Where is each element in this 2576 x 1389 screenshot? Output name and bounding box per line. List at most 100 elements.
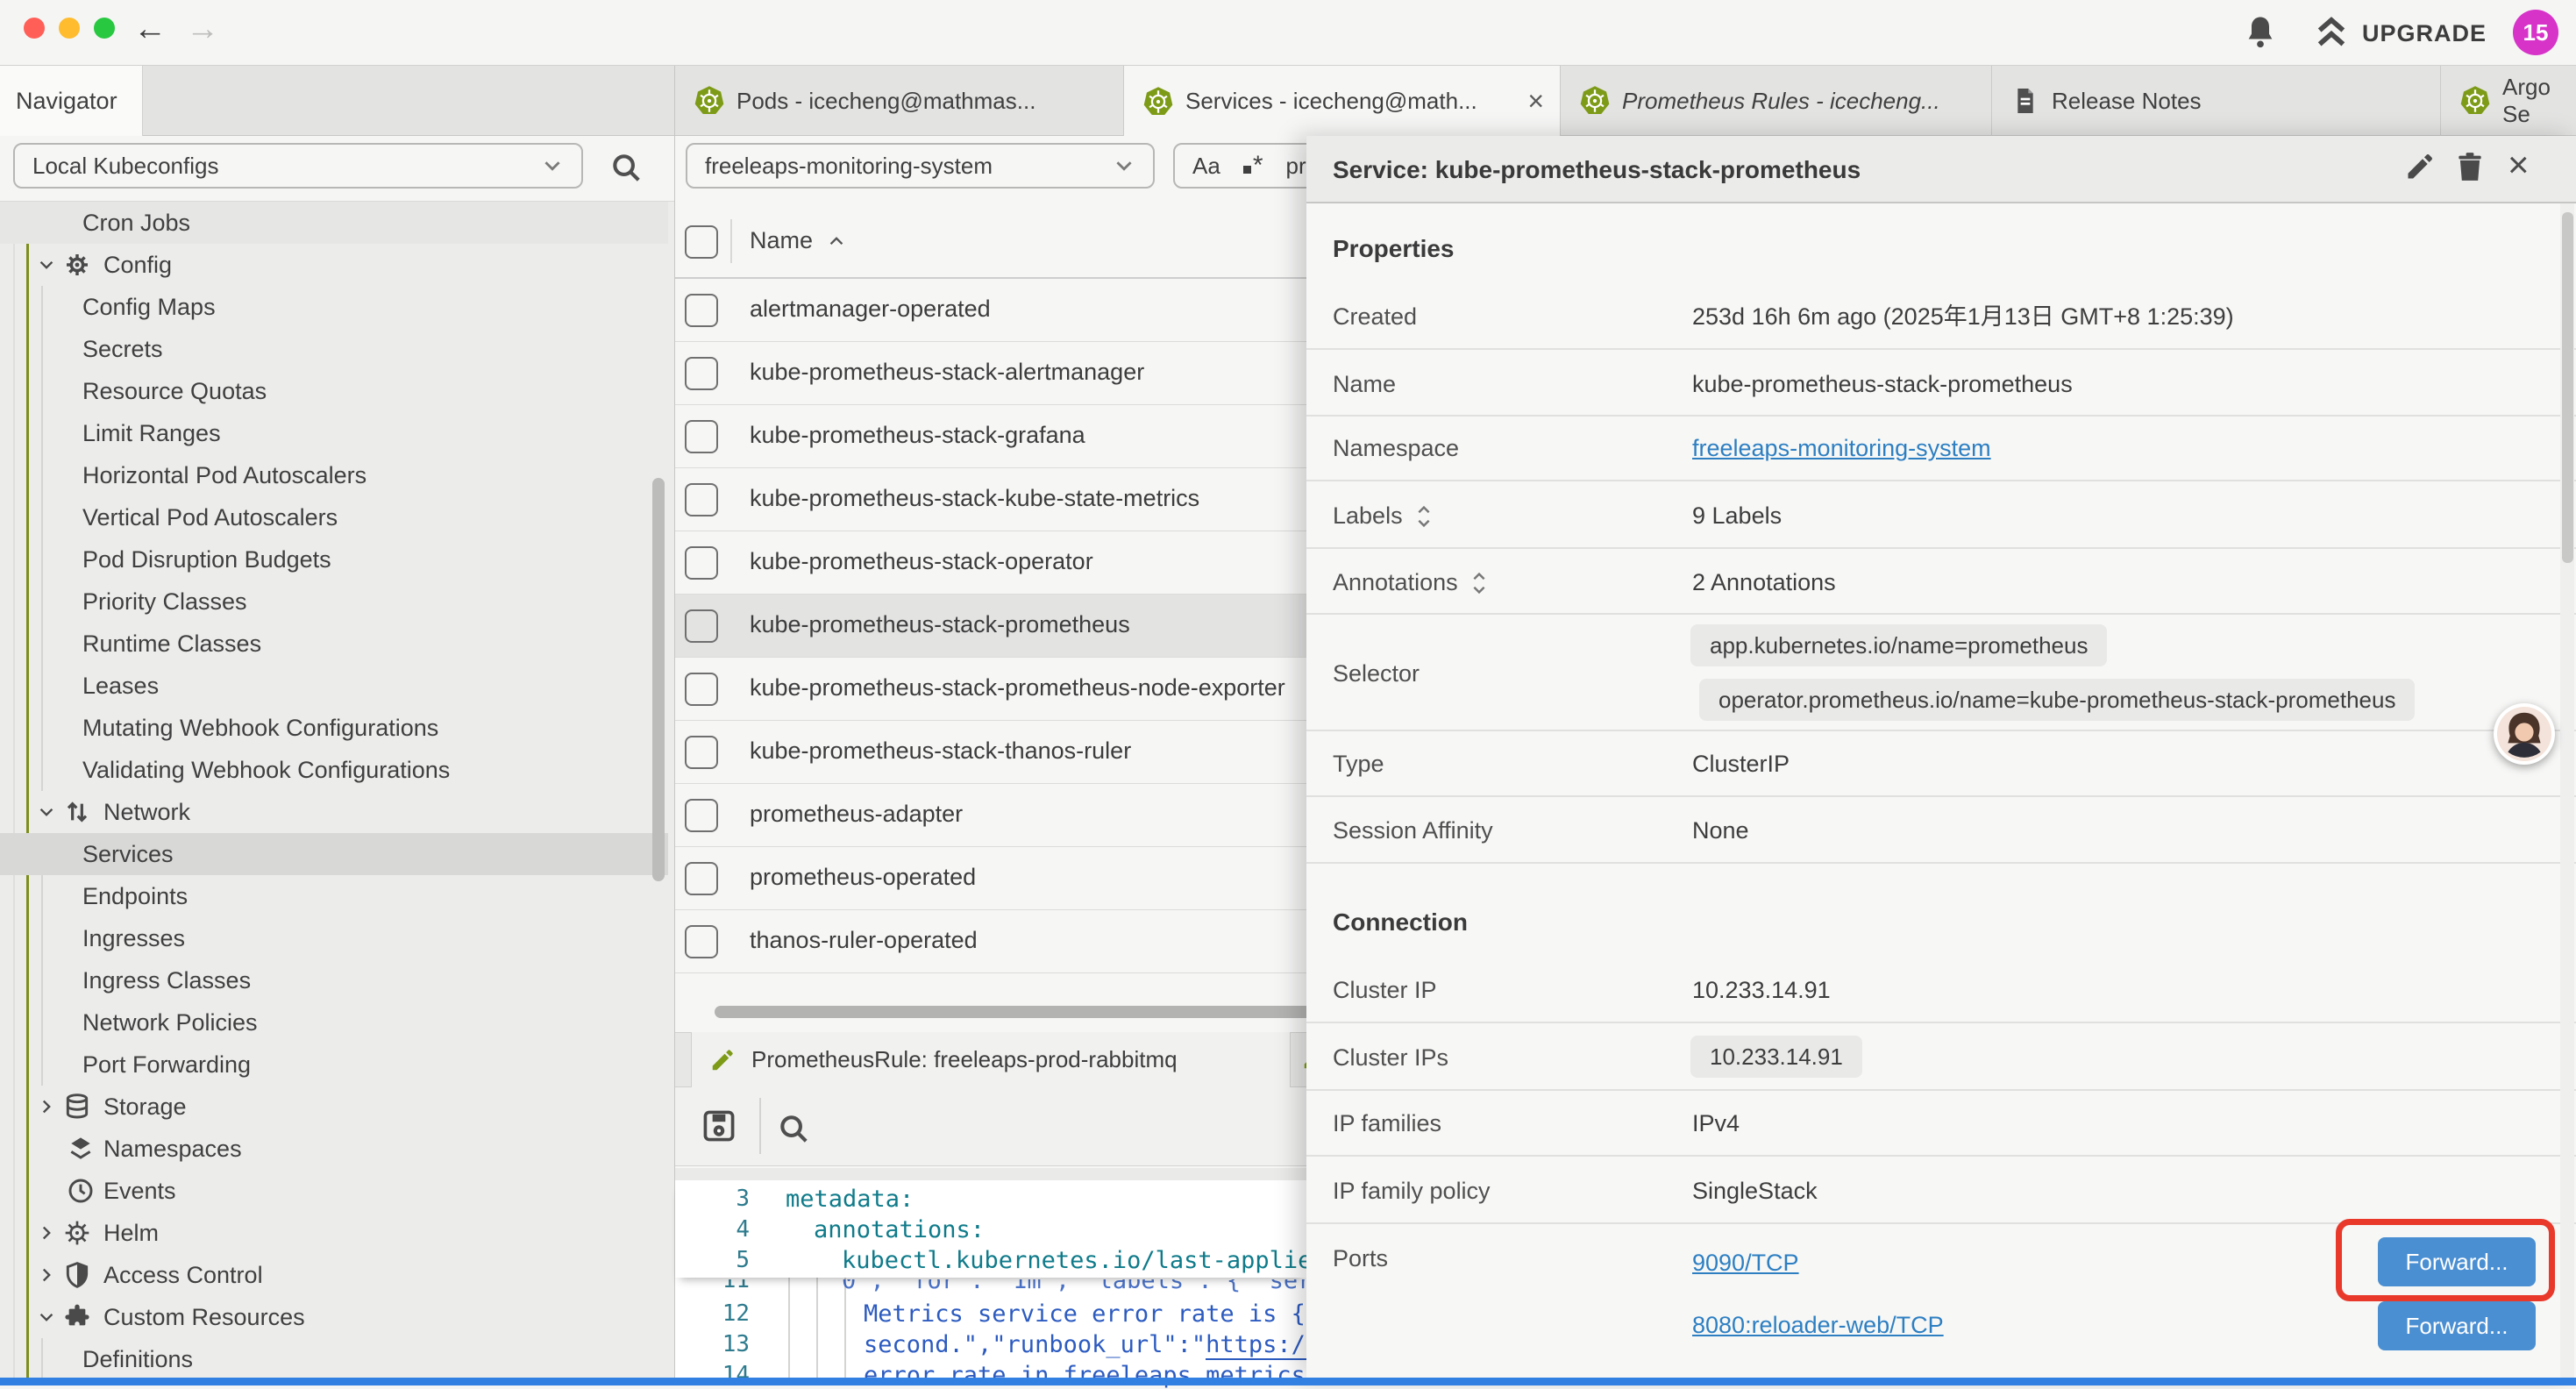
- sidebar-scrollbar-thumb[interactable]: [652, 478, 665, 881]
- forward-port-button-8080[interactable]: Forward...: [2378, 1301, 2536, 1350]
- chevron-down-icon[interactable]: [37, 802, 56, 822]
- sidebar-item-horizontal-pod-autoscalers[interactable]: Horizontal Pod Autoscalers: [0, 454, 668, 496]
- sidebar-item-port-forwarding[interactable]: Port Forwarding: [0, 1044, 668, 1086]
- window-close-button[interactable]: [24, 18, 45, 39]
- code-line: Metrics service error rate is {{ $va: [864, 1300, 1377, 1328]
- close-panel-icon[interactable]: ×: [2508, 144, 2530, 186]
- labels-label[interactable]: Labels: [1333, 502, 1434, 531]
- sidebar-item-mutating-webhook-configurations[interactable]: Mutating Webhook Configurations: [0, 707, 668, 749]
- sidebar-item-secrets[interactable]: Secrets: [0, 328, 668, 370]
- sidebar-group-network[interactable]: Network: [0, 791, 668, 833]
- cluster-ips-chip: 10.233.14.91: [1690, 1036, 1862, 1078]
- row-divider: [1306, 1022, 2576, 1023]
- sidebar-group-config[interactable]: Config: [0, 244, 668, 286]
- kubeconfig-selector[interactable]: Local Kubeconfigs: [13, 143, 583, 189]
- row-checkbox[interactable]: [685, 925, 718, 958]
- ip-family-policy-label: IP family policy: [1333, 1178, 1491, 1205]
- row-checkbox[interactable]: [685, 357, 718, 390]
- sidebar-item-vertical-pod-autoscalers[interactable]: Vertical Pod Autoscalers: [0, 496, 668, 538]
- expand-collapse-icon[interactable]: [1413, 502, 1434, 531]
- column-header-name[interactable]: Name: [750, 227, 846, 254]
- kubeconfig-selector-value: Local Kubeconfigs: [32, 153, 218, 180]
- editor-sticky-lines: 3 metadata: 4 annotations: 5 kubectl.kub…: [675, 1180, 1306, 1278]
- shield-icon: [63, 1261, 91, 1289]
- namespace-link[interactable]: freeleaps-monitoring-system: [1692, 435, 1991, 462]
- expand-collapse-icon[interactable]: [1469, 569, 1490, 597]
- sidebar-item-cron-jobs[interactable]: Cron Jobs: [0, 202, 668, 244]
- sidebar-item-endpoints[interactable]: Endpoints: [0, 875, 668, 917]
- sidebar-item-resource-quotas[interactable]: Resource Quotas: [0, 370, 668, 412]
- chevron-down-icon[interactable]: [37, 255, 56, 274]
- sidebar-item-limit-ranges[interactable]: Limit Ranges: [0, 412, 668, 454]
- row-checkbox[interactable]: [685, 483, 718, 516]
- row-checkbox[interactable]: [685, 862, 718, 895]
- upgrade-button[interactable]: UPGRADE: [2362, 20, 2487, 47]
- regex-toggle[interactable]: *: [1243, 151, 1263, 181]
- notifications-bell-icon[interactable]: [2243, 15, 2278, 50]
- tab-pods[interactable]: Pods - icecheng@mathmas...: [675, 66, 1124, 136]
- editor-search-icon[interactable]: [777, 1112, 810, 1145]
- tab-navigator[interactable]: Navigator: [0, 66, 143, 136]
- sidebar-group-access-control[interactable]: Access Control: [0, 1254, 668, 1296]
- sidebar-item-definitions[interactable]: Definitions: [0, 1338, 668, 1380]
- row-checkbox[interactable]: [685, 609, 718, 643]
- tab-prometheus-rules[interactable]: Prometheus Rules - icecheng...: [1561, 66, 1992, 136]
- select-all-checkbox[interactable]: [685, 225, 718, 259]
- notification-count-badge[interactable]: 15: [2513, 10, 2558, 55]
- delete-trash-icon[interactable]: [2453, 149, 2487, 184]
- sidebar-item-ingresses[interactable]: Ingresses: [0, 917, 668, 959]
- sidebar-item-config-maps[interactable]: Config Maps: [0, 286, 668, 328]
- sidebar-item-leases[interactable]: Leases: [0, 665, 668, 707]
- namespace-filter-select[interactable]: freeleaps-monitoring-system: [686, 143, 1155, 189]
- kubernetes-icon: [1580, 86, 1610, 116]
- properties-section-heading: Properties: [1333, 235, 1455, 263]
- save-icon[interactable]: [700, 1107, 738, 1145]
- window-minimize-button[interactable]: [59, 18, 80, 39]
- sidebar-item-services[interactable]: Services: [0, 833, 668, 875]
- chevron-right-icon[interactable]: [37, 1265, 56, 1285]
- tab-services[interactable]: Services - icecheng@math... ×: [1124, 66, 1561, 137]
- close-tab-icon[interactable]: ×: [1527, 85, 1560, 118]
- window-titlebar: [0, 0, 2576, 66]
- match-case-toggle[interactable]: Aa: [1192, 153, 1220, 180]
- forward-button[interactable]: →: [186, 11, 219, 49]
- port-link-8080[interactable]: 8080:reloader-web/TCP: [1692, 1312, 1944, 1339]
- sidebar-item-network-policies[interactable]: Network Policies: [0, 1001, 668, 1044]
- table-horizontal-scrollbar[interactable]: [715, 1006, 1334, 1018]
- sidebar-item-validating-webhook-configurations[interactable]: Validating Webhook Configurations: [0, 749, 668, 791]
- row-checkbox[interactable]: [685, 546, 718, 580]
- edit-pencil-icon[interactable]: [2404, 151, 2436, 182]
- sidebar-group-helm[interactable]: Helm: [0, 1212, 668, 1254]
- upgrade-icon[interactable]: [2313, 15, 2350, 50]
- detail-scrollbar-thumb[interactable]: [2562, 212, 2573, 563]
- row-checkbox[interactable]: [685, 736, 718, 769]
- chevron-down-icon[interactable]: [37, 1307, 56, 1327]
- row-checkbox[interactable]: [685, 294, 718, 327]
- window-bottom-edge: [0, 1378, 2576, 1385]
- window-zoom-button[interactable]: [94, 18, 115, 39]
- port-link-9090[interactable]: 9090/TCP: [1692, 1250, 1799, 1277]
- editor-tab-prometheusrule[interactable]: PrometheusRule: freeleaps-prod-rabbitmq: [691, 1032, 1291, 1087]
- navigator-search-icon[interactable]: [609, 151, 643, 184]
- chevron-right-icon[interactable]: [37, 1223, 56, 1243]
- sidebar-group-custom-resources[interactable]: Custom Resources: [0, 1296, 668, 1338]
- sidebar-group-storage[interactable]: Storage: [0, 1086, 668, 1128]
- back-button[interactable]: ←: [133, 11, 167, 49]
- sidebar-item-runtime-classes[interactable]: Runtime Classes: [0, 623, 668, 665]
- sidebar-item-events[interactable]: Events: [0, 1170, 668, 1212]
- ports-label: Ports: [1333, 1245, 1388, 1272]
- pencil-icon: [709, 1047, 736, 1073]
- row-checkbox[interactable]: [685, 799, 718, 832]
- sidebar-item-ingress-classes[interactable]: Ingress Classes: [0, 959, 668, 1001]
- annotations-label[interactable]: Annotations: [1333, 569, 1490, 597]
- chevron-right-icon[interactable]: [37, 1097, 56, 1116]
- sidebar-item-pod-disruption-budgets[interactable]: Pod Disruption Budgets: [0, 538, 668, 581]
- created-label: Created: [1333, 303, 1417, 331]
- sidebar-item-priority-classes[interactable]: Priority Classes: [0, 581, 668, 623]
- tab-release-notes[interactable]: Release Notes: [1992, 66, 2441, 136]
- row-checkbox[interactable]: [685, 673, 718, 706]
- tab-argo[interactable]: Argo Se: [2441, 66, 2576, 136]
- avatar[interactable]: [2494, 703, 2555, 765]
- sidebar-item-namespaces[interactable]: Namespaces: [0, 1128, 668, 1170]
- row-checkbox[interactable]: [685, 420, 718, 453]
